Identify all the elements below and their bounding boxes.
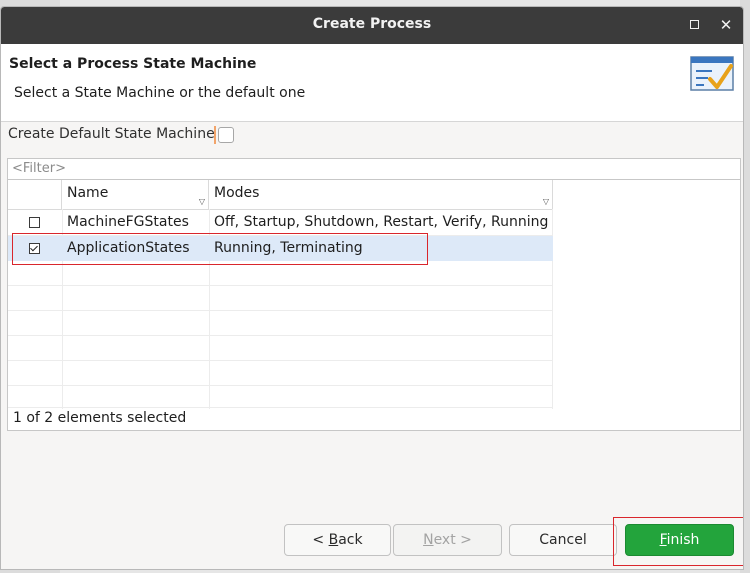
table-row[interactable]: ApplicationStates Running, Terminating	[8, 236, 553, 261]
column-header-name[interactable]: Name ▽	[62, 180, 209, 209]
column-name-label: Name	[67, 185, 109, 201]
wizard-checklist-icon	[690, 56, 734, 91]
state-machine-table: Name ▽ Modes ▽ MachineFGStates Off, Star…	[7, 179, 741, 431]
column-modes-label: Modes	[214, 185, 260, 201]
row-divider	[8, 385, 553, 386]
create-default-state-machine-label: Create Default State Machine	[8, 126, 215, 142]
maximize-icon[interactable]	[687, 17, 703, 33]
title-bar[interactable]: Create Process ✕	[1, 7, 743, 44]
filter-input[interactable]: <Filter>	[7, 158, 741, 179]
row-divider	[8, 285, 553, 286]
create-process-dialog: Create Process ✕ Select a Process State …	[0, 6, 744, 570]
row-divider	[8, 360, 553, 361]
next-button[interactable]: Next >	[393, 524, 502, 556]
row-modes: Running, Terminating	[214, 240, 363, 256]
row-checkbox[interactable]	[29, 217, 40, 228]
page-description: Select a State Machine or the default on…	[14, 85, 306, 101]
wizard-header: Select a Process State Machine Select a …	[1, 44, 743, 122]
finish-button[interactable]: Finish	[625, 524, 734, 556]
close-icon[interactable]: ✕	[718, 17, 734, 33]
row-divider	[8, 335, 553, 336]
column-header-check[interactable]	[8, 180, 62, 209]
sort-filter-icon[interactable]: ▽	[543, 197, 549, 206]
selection-status: 1 of 2 elements selected	[13, 410, 187, 426]
page-title: Select a Process State Machine	[9, 56, 257, 72]
table-header: Name ▽ Modes ▽	[8, 180, 553, 210]
column-header-modes[interactable]: Modes ▽	[209, 180, 553, 209]
window-title: Create Process	[312, 16, 432, 32]
cancel-button[interactable]: Cancel	[509, 524, 617, 556]
table-row[interactable]: MachineFGStates Off, Startup, Shutdown, …	[8, 210, 553, 235]
row-name: MachineFGStates	[67, 214, 189, 230]
back-button[interactable]: < Back	[284, 524, 391, 556]
create-default-state-machine-checkbox[interactable]	[214, 126, 234, 144]
row-divider	[8, 310, 553, 311]
row-checkbox[interactable]	[29, 243, 40, 254]
sort-filter-icon[interactable]: ▽	[199, 197, 205, 206]
status-divider	[8, 407, 553, 408]
row-modes: Off, Startup, Shutdown, Restart, Verify,…	[214, 214, 549, 230]
row-name: ApplicationStates	[67, 240, 190, 256]
